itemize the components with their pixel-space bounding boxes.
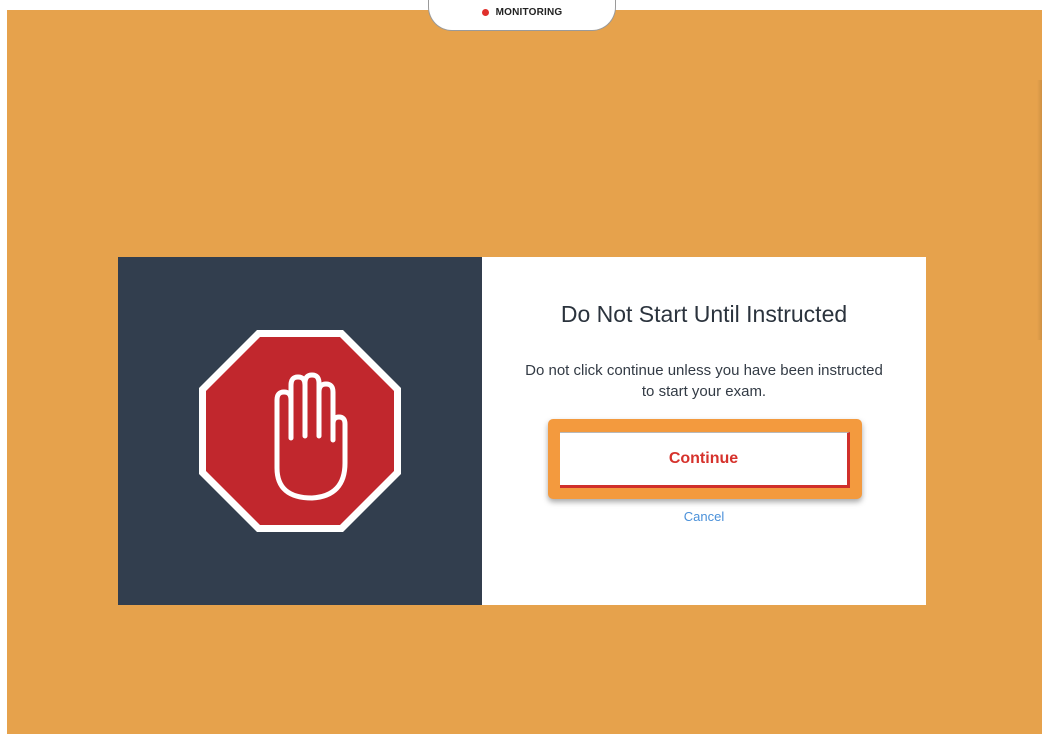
monitoring-label: MONITORING [495, 6, 563, 18]
dialog-icon-panel [118, 257, 482, 605]
recording-dot-icon [481, 8, 489, 16]
edge-shadow [1037, 80, 1042, 340]
stop-hand-icon [199, 330, 401, 532]
monitoring-indicator: MONITORING [428, 0, 616, 31]
cancel-link[interactable]: Cancel [482, 509, 926, 524]
dialog-message: Do not click continue unless you have be… [525, 362, 883, 400]
start-confirmation-dialog: Do Not Start Until Instructed Do not cli… [118, 257, 926, 605]
continue-button[interactable]: Continue [560, 432, 850, 488]
dialog-content: Do Not Start Until Instructed Do not cli… [482, 257, 926, 605]
dialog-title: Do Not Start Until Instructed [560, 301, 848, 327]
